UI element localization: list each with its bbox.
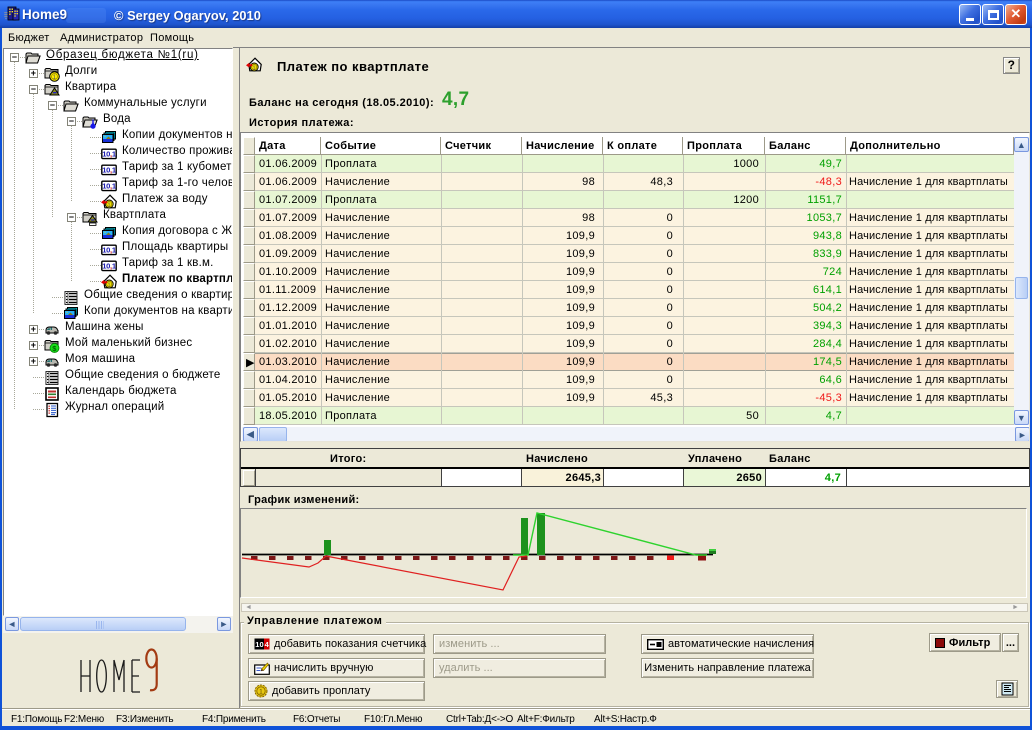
svg-text:1: 1 <box>53 75 57 81</box>
svg-text:10,1: 10,1 <box>102 246 117 255</box>
svg-text:10,1: 10,1 <box>102 150 117 159</box>
svg-text:$: $ <box>52 344 57 353</box>
svg-text:10,1: 10,1 <box>102 182 117 191</box>
svg-text:1: 1 <box>259 689 263 696</box>
svg-text:10,1: 10,1 <box>102 262 117 271</box>
svg-text:10: 10 <box>255 640 263 649</box>
svg-text:1: 1 <box>108 202 111 208</box>
svg-text:1: 1 <box>108 282 111 288</box>
svg-text:10,1: 10,1 <box>102 166 117 175</box>
svg-text:1: 1 <box>253 65 256 71</box>
